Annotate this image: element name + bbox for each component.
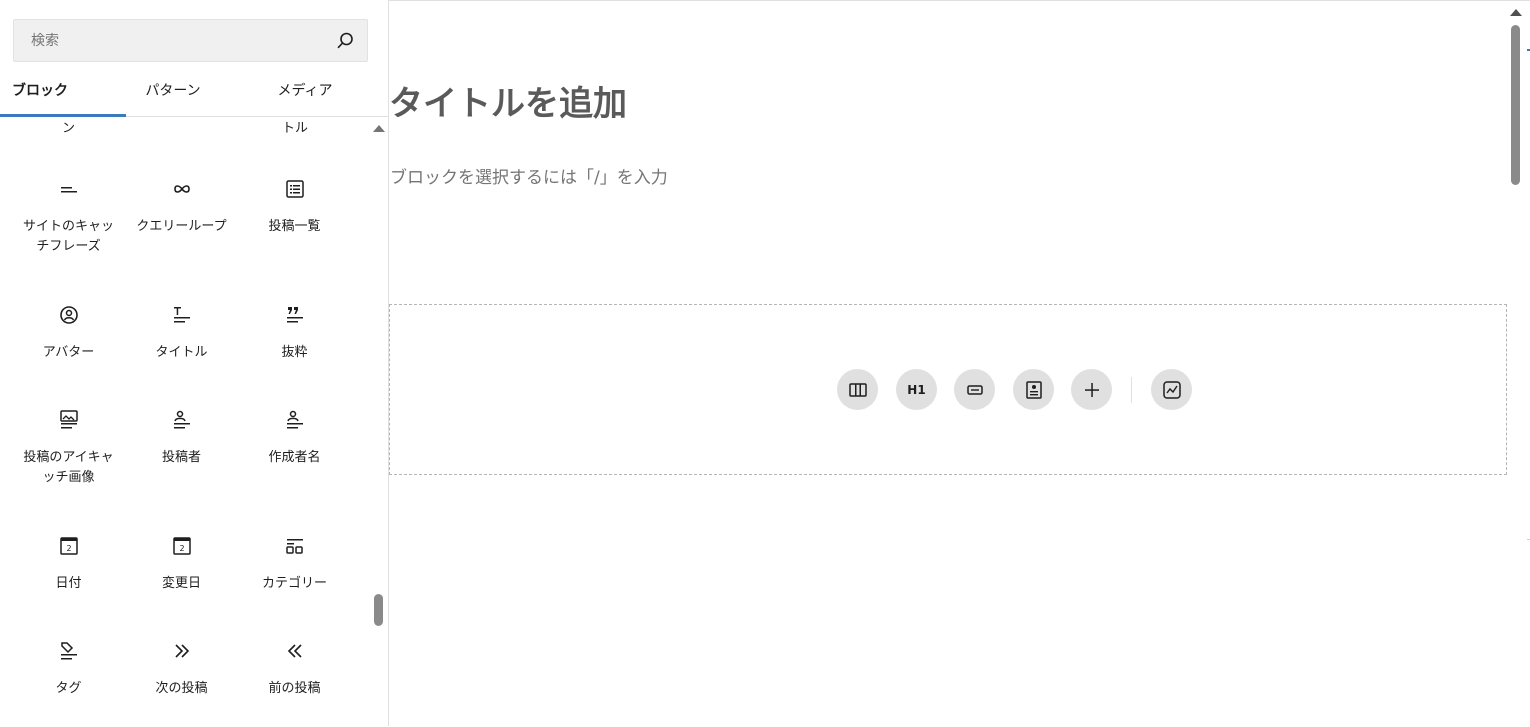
next-post-icon: [170, 639, 194, 663]
block-item-site-tagline[interactable]: サイトのキャッチフレーズ: [12, 177, 125, 257]
modified-date-icon: 2: [170, 534, 194, 558]
search-box: [13, 19, 368, 62]
block-item-categories[interactable]: カテゴリー: [238, 534, 351, 594]
columns-icon: [847, 379, 869, 401]
block-placeholder: H1: [389, 304, 1507, 475]
block-item-author-name[interactable]: 作成者名: [238, 408, 351, 468]
add-block-button[interactable]: [1071, 369, 1112, 410]
block-item-post-title[interactable]: タイトル: [125, 303, 238, 363]
scroll-up-arrow-icon[interactable]: [1510, 9, 1522, 16]
query-loop-icon: [170, 177, 194, 201]
block-list: ン トル サイトのキャッチフレーズ クエリーループ 投稿一覧 アバター タイトル…: [0, 117, 370, 726]
block-item-featured-image[interactable]: 投稿のアイキャッチ画像: [12, 408, 125, 488]
scroll-up-arrow-icon[interactable]: [373, 125, 385, 132]
chart-icon: [1161, 379, 1183, 401]
chart-button[interactable]: [1151, 369, 1192, 410]
post-list-icon: [283, 177, 307, 201]
block-item-avatar[interactable]: アバター: [12, 303, 125, 363]
site-tagline-icon: [57, 177, 81, 201]
post-title-icon: [170, 303, 194, 327]
search-input[interactable]: [14, 20, 331, 61]
block-item-label: 日付: [55, 576, 82, 591]
featured-image-icon: [57, 408, 81, 432]
block-item-label: 作成者名: [268, 450, 321, 465]
block-item-label: クエリーループ: [136, 219, 227, 234]
heading-icon: H1: [907, 382, 926, 397]
excerpt-icon: [283, 303, 307, 327]
inserter-tabs: ブロック パターン メディア: [0, 70, 388, 117]
editor-scrollbar[interactable]: [1507, 1, 1525, 727]
toolbar-separator: [1131, 377, 1132, 403]
media-text-icon: [1023, 379, 1045, 401]
block-item-previous-post[interactable]: 前の投稿: [238, 639, 351, 699]
block-item-label: 次の投稿: [155, 681, 208, 696]
media-text-button[interactable]: [1013, 369, 1054, 410]
partial-block-label: トル: [282, 121, 309, 136]
tab-blocks[interactable]: ブロック: [0, 70, 126, 116]
block-item-label: 投稿一覧: [268, 219, 321, 234]
post-title-input[interactable]: タイトルを追加: [389, 76, 627, 125]
columns-button[interactable]: [837, 369, 878, 410]
tab-patterns[interactable]: パターン: [126, 70, 220, 116]
scrollbar-thumb[interactable]: [374, 594, 383, 626]
inserter-scrollbar[interactable]: [370, 117, 388, 726]
scrollbar-thumb[interactable]: [1511, 25, 1520, 185]
block-item-label: タグ: [55, 681, 82, 696]
plus-icon: [1081, 379, 1103, 401]
button-block-button[interactable]: [954, 369, 995, 410]
tab-media[interactable]: メディア: [250, 70, 360, 116]
block-item-query-loop[interactable]: クエリーループ: [125, 177, 238, 237]
block-item-label: 前の投稿: [268, 681, 321, 696]
author-name-icon: [283, 408, 307, 432]
block-item-post-list[interactable]: 投稿一覧: [238, 177, 351, 237]
block-item-next-post[interactable]: 次の投稿: [125, 639, 238, 699]
block-item-author[interactable]: 投稿者: [125, 408, 238, 468]
block-item-modified-date[interactable]: 2 変更日: [125, 534, 238, 594]
svg-text:2: 2: [66, 544, 71, 553]
block-item-label: タイトル: [155, 345, 208, 360]
categories-icon: [283, 534, 307, 558]
block-item-date[interactable]: 2 日付: [12, 534, 125, 594]
date-icon: 2: [57, 534, 81, 558]
block-item-label: 変更日: [161, 576, 201, 591]
block-item-label: サイトのキャッチフレーズ: [22, 219, 114, 254]
block-item-label: カテゴリー: [261, 576, 327, 591]
tag-icon: [57, 639, 81, 663]
previous-post-icon: [283, 639, 307, 663]
block-item-excerpt[interactable]: 抜粋: [238, 303, 351, 363]
heading-button[interactable]: H1: [896, 369, 937, 410]
block-item-label: アバター: [42, 345, 95, 360]
default-block-appender[interactable]: ブロックを選択するには「/」を入力: [390, 163, 668, 188]
block-item-label: 投稿者: [161, 450, 201, 465]
block-item-tag[interactable]: タグ: [12, 639, 125, 699]
block-inserter-panel: ブロック パターン メディア ン トル サイトのキャッチフレーズ クエリーループ…: [0, 0, 389, 726]
svg-text:2: 2: [179, 544, 184, 553]
block-item-label: 投稿のアイキャッチ画像: [23, 450, 114, 485]
search-icon[interactable]: [335, 31, 355, 51]
block-item-label: 抜粋: [281, 345, 308, 360]
author-icon: [170, 408, 194, 432]
button-block-icon: [964, 379, 986, 401]
editor-canvas: タイトルを追加 ブロックを選択するには「/」を入力 H1: [389, 0, 1530, 726]
avatar-icon: [57, 303, 81, 327]
partial-block-label: ン: [62, 121, 76, 136]
